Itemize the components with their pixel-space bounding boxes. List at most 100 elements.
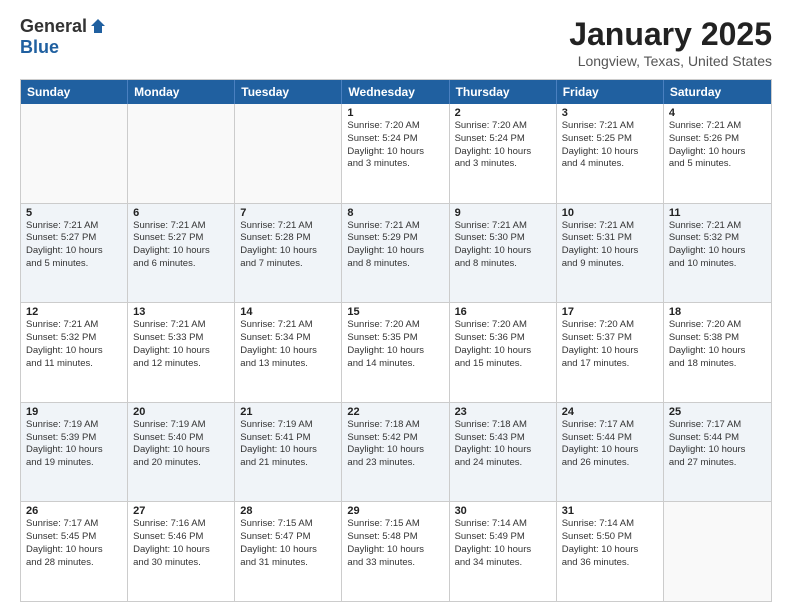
cal-header-sunday: Sunday [21,80,128,104]
cal-cell: 7Sunrise: 7:21 AM Sunset: 5:28 PM Daylig… [235,204,342,303]
cal-cell: 12Sunrise: 7:21 AM Sunset: 5:32 PM Dayli… [21,303,128,402]
day-number: 14 [240,306,336,318]
cal-cell [21,104,128,203]
cal-cell: 28Sunrise: 7:15 AM Sunset: 5:47 PM Dayli… [235,502,342,601]
cal-cell: 15Sunrise: 7:20 AM Sunset: 5:35 PM Dayli… [342,303,449,402]
cal-week-4: 19Sunrise: 7:19 AM Sunset: 5:39 PM Dayli… [21,403,771,503]
day-number: 10 [562,207,658,219]
day-info: Sunrise: 7:19 AM Sunset: 5:40 PM Dayligh… [133,419,229,470]
cal-cell: 18Sunrise: 7:20 AM Sunset: 5:38 PM Dayli… [664,303,771,402]
day-info: Sunrise: 7:16 AM Sunset: 5:46 PM Dayligh… [133,518,229,569]
logo-icon [89,17,107,35]
day-number: 25 [669,406,766,418]
day-number: 31 [562,505,658,517]
day-info: Sunrise: 7:21 AM Sunset: 5:25 PM Dayligh… [562,120,658,171]
day-number: 13 [133,306,229,318]
day-info: Sunrise: 7:21 AM Sunset: 5:34 PM Dayligh… [240,319,336,370]
day-number: 20 [133,406,229,418]
day-info: Sunrise: 7:21 AM Sunset: 5:29 PM Dayligh… [347,220,443,271]
cal-cell: 14Sunrise: 7:21 AM Sunset: 5:34 PM Dayli… [235,303,342,402]
cal-cell: 16Sunrise: 7:20 AM Sunset: 5:36 PM Dayli… [450,303,557,402]
day-info: Sunrise: 7:19 AM Sunset: 5:41 PM Dayligh… [240,419,336,470]
day-number: 4 [669,107,766,119]
cal-header-tuesday: Tuesday [235,80,342,104]
day-number: 27 [133,505,229,517]
day-info: Sunrise: 7:21 AM Sunset: 5:26 PM Dayligh… [669,120,766,171]
day-number: 23 [455,406,551,418]
cal-cell: 8Sunrise: 7:21 AM Sunset: 5:29 PM Daylig… [342,204,449,303]
cal-cell: 24Sunrise: 7:17 AM Sunset: 5:44 PM Dayli… [557,403,664,502]
cal-cell: 22Sunrise: 7:18 AM Sunset: 5:42 PM Dayli… [342,403,449,502]
cal-cell: 1Sunrise: 7:20 AM Sunset: 5:24 PM Daylig… [342,104,449,203]
logo-blue: Blue [20,37,59,58]
cal-cell: 20Sunrise: 7:19 AM Sunset: 5:40 PM Dayli… [128,403,235,502]
day-number: 7 [240,207,336,219]
logo-general: General [20,16,87,37]
day-number: 30 [455,505,551,517]
cal-cell [235,104,342,203]
day-number: 8 [347,207,443,219]
cal-header-wednesday: Wednesday [342,80,449,104]
day-info: Sunrise: 7:20 AM Sunset: 5:36 PM Dayligh… [455,319,551,370]
page: General Blue January 2025 Longview, Texa… [0,0,792,612]
day-info: Sunrise: 7:20 AM Sunset: 5:35 PM Dayligh… [347,319,443,370]
day-info: Sunrise: 7:17 AM Sunset: 5:45 PM Dayligh… [26,518,122,569]
day-info: Sunrise: 7:17 AM Sunset: 5:44 PM Dayligh… [669,419,766,470]
day-number: 12 [26,306,122,318]
day-info: Sunrise: 7:21 AM Sunset: 5:32 PM Dayligh… [26,319,122,370]
cal-cell: 29Sunrise: 7:15 AM Sunset: 5:48 PM Dayli… [342,502,449,601]
day-info: Sunrise: 7:21 AM Sunset: 5:27 PM Dayligh… [133,220,229,271]
day-number: 28 [240,505,336,517]
cal-cell: 17Sunrise: 7:20 AM Sunset: 5:37 PM Dayli… [557,303,664,402]
cal-cell: 30Sunrise: 7:14 AM Sunset: 5:49 PM Dayli… [450,502,557,601]
day-number: 2 [455,107,551,119]
day-number: 6 [133,207,229,219]
day-number: 29 [347,505,443,517]
day-number: 21 [240,406,336,418]
day-number: 16 [455,306,551,318]
cal-cell: 31Sunrise: 7:14 AM Sunset: 5:50 PM Dayli… [557,502,664,601]
cal-cell [128,104,235,203]
cal-cell: 3Sunrise: 7:21 AM Sunset: 5:25 PM Daylig… [557,104,664,203]
cal-cell: 19Sunrise: 7:19 AM Sunset: 5:39 PM Dayli… [21,403,128,502]
day-number: 15 [347,306,443,318]
calendar-header: SundayMondayTuesdayWednesdayThursdayFrid… [21,80,771,104]
cal-header-friday: Friday [557,80,664,104]
day-info: Sunrise: 7:18 AM Sunset: 5:42 PM Dayligh… [347,419,443,470]
cal-cell: 13Sunrise: 7:21 AM Sunset: 5:33 PM Dayli… [128,303,235,402]
day-number: 17 [562,306,658,318]
cal-header-monday: Monday [128,80,235,104]
day-info: Sunrise: 7:20 AM Sunset: 5:38 PM Dayligh… [669,319,766,370]
cal-cell: 4Sunrise: 7:21 AM Sunset: 5:26 PM Daylig… [664,104,771,203]
header: General Blue January 2025 Longview, Texa… [20,16,772,69]
calendar: SundayMondayTuesdayWednesdayThursdayFrid… [20,79,772,602]
day-number: 24 [562,406,658,418]
cal-week-1: 1 Sunrise: 7:20 AM Sunset: 5:24 PM Daylig… [21,104,771,204]
cal-cell: 21Sunrise: 7:19 AM Sunset: 5:41 PM Dayli… [235,403,342,502]
day-info: Sunrise: 7:15 AM Sunset: 5:47 PM Dayligh… [240,518,336,569]
day-info: Sunrise: 7:21 AM Sunset: 5:33 PM Dayligh… [133,319,229,370]
day-number: 22 [347,406,443,418]
day-number: 3 [562,107,658,119]
cal-cell: 2Sunrise: 7:20 AM Sunset: 5:24 PM Daylig… [450,104,557,203]
day-info: Sunrise: 7:20 AM Sunset: 5:37 PM Dayligh… [562,319,658,370]
day-number: 26 [26,505,122,517]
calendar-body: 1 Sunrise: 7:20 AM Sunset: 5:24 PM Daylig… [21,104,771,601]
logo: General Blue [20,16,107,58]
day-info: Sunrise: 7:15 AM Sunset: 5:48 PM Dayligh… [347,518,443,569]
cal-cell: 11Sunrise: 7:21 AM Sunset: 5:32 PM Dayli… [664,204,771,303]
day-number: 1 [347,107,443,119]
day-info: Sunrise: 7:20 AM Sunset: 5:24 PM Dayligh… [455,120,551,171]
cal-cell [664,502,771,601]
cal-week-5: 26Sunrise: 7:17 AM Sunset: 5:45 PM Dayli… [21,502,771,601]
day-number: 9 [455,207,551,219]
day-info: Sunrise: 7:21 AM Sunset: 5:28 PM Dayligh… [240,220,336,271]
day-info: Sunrise: 7:21 AM Sunset: 5:31 PM Dayligh… [562,220,658,271]
day-info: Sunrise: 7:14 AM Sunset: 5:49 PM Dayligh… [455,518,551,569]
day-number: 11 [669,207,766,219]
title-block: January 2025 Longview, Texas, United Sta… [569,16,772,69]
day-number: 19 [26,406,122,418]
day-info: Sunrise: 7:17 AM Sunset: 5:44 PM Dayligh… [562,419,658,470]
month-title: January 2025 [569,16,772,53]
day-info: Sunrise: 7:21 AM Sunset: 5:27 PM Dayligh… [26,220,122,271]
